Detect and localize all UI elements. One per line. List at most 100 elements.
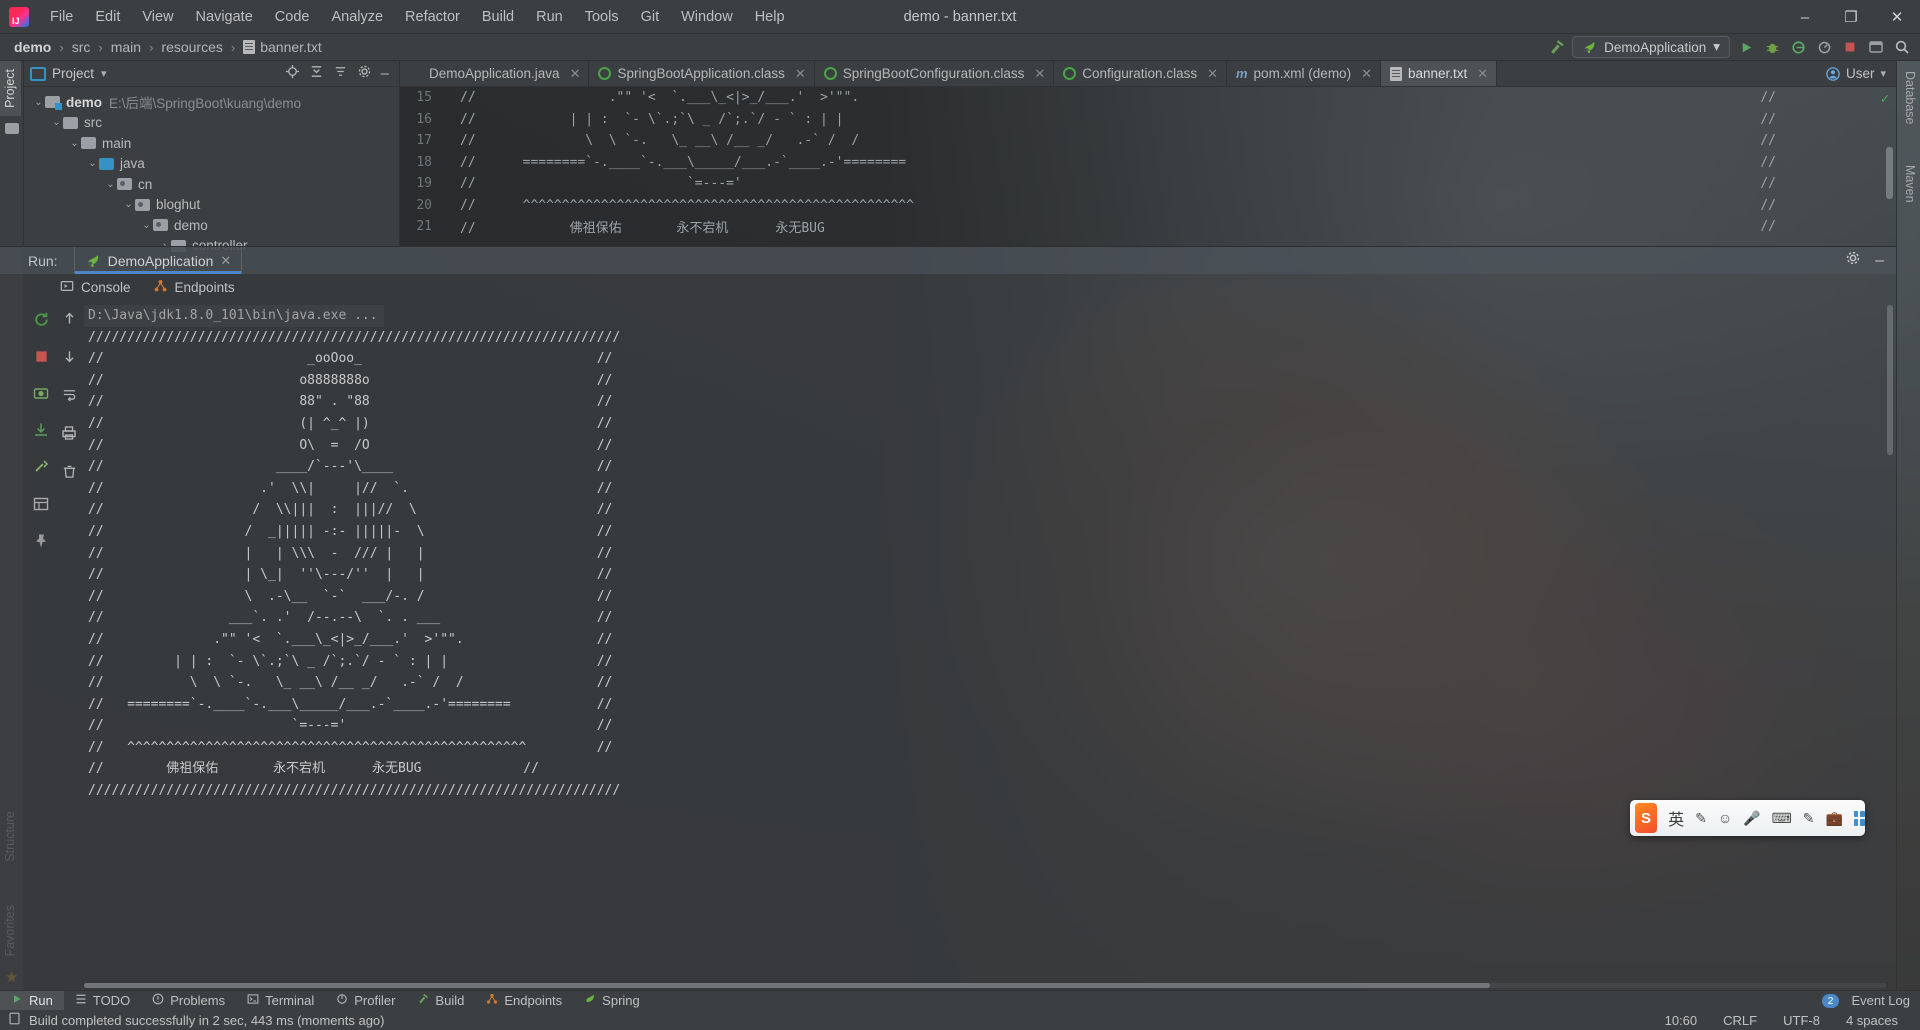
breadcrumb-item-main[interactable]: main: [107, 37, 145, 57]
tree-node-demo[interactable]: ⌄ demo E:\后端\SpringBoot\kuang\demo: [24, 92, 399, 113]
ime-mode-label[interactable]: 英: [1668, 806, 1684, 830]
scroll-down-icon[interactable]: [62, 349, 77, 369]
menu-window[interactable]: Window: [670, 5, 744, 29]
tree-node-demo-pkg[interactable]: ⌄ demo: [24, 215, 399, 236]
strip-item-project[interactable]: Project: [0, 61, 21, 116]
menu-refactor[interactable]: Refactor: [394, 5, 471, 29]
chevron-down-icon[interactable]: ⌄: [122, 199, 135, 210]
search-everywhere-icon[interactable]: [1866, 37, 1886, 57]
chevron-down-icon[interactable]: ⌄: [68, 138, 81, 149]
editor-tab-springbootconfiguration-class[interactable]: SpringBootConfiguration.class ✕: [815, 61, 1055, 86]
chevron-down-icon[interactable]: ▾: [1880, 67, 1886, 80]
user-chip[interactable]: User ▾: [1816, 61, 1896, 86]
thread-dump-icon[interactable]: [33, 459, 49, 480]
tree-node-main[interactable]: ⌄ main: [24, 133, 399, 154]
bottom-item-profiler[interactable]: Profiler: [325, 991, 406, 1011]
search-icon[interactable]: [1892, 37, 1912, 57]
console-vertical-scrollbar[interactable]: [1887, 305, 1893, 978]
profiler-icon[interactable]: [1814, 37, 1834, 57]
console-horizontal-scrollbar[interactable]: [84, 983, 1886, 988]
chevron-down-icon[interactable]: ⌄: [140, 220, 153, 231]
hide-sort-icon[interactable]: [333, 64, 348, 84]
rerun-icon[interactable]: [33, 311, 50, 333]
chevron-down-icon[interactable]: ⌄: [104, 179, 117, 190]
tab-endpoints[interactable]: Endpoints: [153, 279, 235, 296]
apps-grid-icon[interactable]: [1853, 810, 1865, 826]
emoji-icon[interactable]: ☺: [1718, 810, 1732, 826]
menu-build[interactable]: Build: [471, 5, 525, 29]
breadcrumb-item-resources[interactable]: resources: [157, 37, 226, 57]
menu-git[interactable]: Git: [630, 5, 671, 29]
pen-icon[interactable]: ✎: [1695, 810, 1707, 827]
caret-position[interactable]: 10:60: [1665, 1013, 1698, 1028]
gear-icon[interactable]: [357, 64, 372, 84]
bottom-item-todo[interactable]: TODO: [64, 991, 141, 1011]
run-with-coverage-icon[interactable]: [1788, 37, 1808, 57]
build-hammer-icon[interactable]: [1546, 37, 1566, 57]
tree-node-src[interactable]: ⌄ src: [24, 113, 399, 134]
tab-console[interactable]: Console: [60, 279, 131, 296]
debug-icon[interactable]: [1762, 37, 1782, 57]
bottom-item-problems[interactable]: Problems: [141, 991, 236, 1011]
close-icon[interactable]: ✕: [1034, 66, 1045, 82]
close-icon[interactable]: ✕: [1361, 66, 1372, 82]
chevron-down-icon[interactable]: ▾: [101, 67, 107, 80]
menu-analyze[interactable]: Analyze: [320, 5, 394, 29]
sogou-ime-toolbar[interactable]: S 英 ✎ ☺ 🎤 ⌨ ✎ 💼: [1630, 800, 1865, 836]
breadcrumb-item-demo[interactable]: demo: [10, 37, 55, 57]
close-icon[interactable]: ✕: [795, 66, 806, 82]
close-icon[interactable]: ✕: [1207, 66, 1218, 82]
chevron-down-icon[interactable]: ⌄: [50, 117, 63, 128]
camera-icon[interactable]: [33, 385, 49, 406]
console-output[interactable]: D:\Java\jdk1.8.0_101\bin\java.exe ... //…: [84, 301, 1896, 990]
print-icon[interactable]: [61, 425, 77, 446]
inspection-ok-icon[interactable]: ✓: [1881, 91, 1889, 107]
translate-icon[interactable]: ✎: [1803, 810, 1815, 827]
editor-code-view[interactable]: 15 // ."" '< `.___\_<|>_/___.' >'"". // …: [400, 87, 1896, 246]
breadcrumb-item-src[interactable]: src: [68, 37, 95, 57]
bottom-item-spring[interactable]: Spring: [573, 991, 651, 1011]
run-tab-demoapplication[interactable]: DemoApplication ✕: [73, 247, 243, 274]
chevron-down-icon[interactable]: ⌄: [86, 158, 99, 169]
maximize-button[interactable]: ❐: [1828, 0, 1874, 34]
menu-help[interactable]: Help: [744, 5, 796, 29]
menu-navigate[interactable]: Navigate: [185, 5, 264, 29]
minimize-button[interactable]: –: [1782, 0, 1828, 34]
editor-tab-banner-txt[interactable]: banner.txt ✕: [1380, 61, 1498, 86]
microphone-icon[interactable]: 🎤: [1743, 810, 1760, 827]
run-icon[interactable]: [1736, 37, 1756, 57]
collapse-all-icon[interactable]: [309, 64, 324, 84]
folder-icon[interactable]: [5, 123, 19, 134]
breadcrumb-item-banner[interactable]: banner.txt: [239, 37, 326, 57]
menu-file[interactable]: File: [39, 5, 84, 29]
editor-tab-configuration-class[interactable]: Configuration.class ✕: [1054, 61, 1227, 86]
event-log-label[interactable]: Event Log: [1851, 993, 1910, 1008]
pin-icon[interactable]: [33, 533, 49, 554]
console-view-icon[interactable]: [33, 496, 49, 517]
file-encoding[interactable]: UTF-8: [1783, 1013, 1820, 1028]
menu-view[interactable]: View: [131, 5, 184, 29]
chevron-down-icon[interactable]: ⌄: [32, 97, 45, 108]
bottom-item-terminal[interactable]: Terminal: [236, 991, 325, 1011]
sogou-logo-icon[interactable]: S: [1635, 803, 1658, 833]
run-configuration-selector[interactable]: DemoApplication ▾: [1572, 36, 1730, 58]
toolbox-icon[interactable]: 💼: [1826, 810, 1843, 827]
scroll-up-icon[interactable]: [62, 311, 77, 331]
indent-setting[interactable]: 4 spaces: [1846, 1013, 1898, 1028]
editor-tab-springbootapplication-class[interactable]: SpringBootApplication.class ✕: [589, 61, 815, 86]
bottom-item-build[interactable]: Build: [406, 991, 475, 1011]
strip-item-maven[interactable]: Maven: [1899, 157, 1920, 211]
menu-code[interactable]: Code: [264, 5, 321, 29]
trash-icon[interactable]: [62, 464, 77, 484]
close-icon[interactable]: ✕: [220, 253, 231, 269]
editor-tab-pom-xml[interactable]: m pom.xml (demo) ✕: [1227, 61, 1381, 86]
export-icon[interactable]: [33, 422, 49, 443]
locate-target-icon[interactable]: [285, 64, 300, 84]
editor-tab-demoapplication-java[interactable]: DemoApplication.java ✕: [400, 61, 590, 86]
bottom-item-run[interactable]: Run: [0, 990, 64, 1011]
hide-panel-icon[interactable]: –: [381, 66, 389, 81]
close-icon[interactable]: ✕: [570, 66, 581, 82]
soft-wrap-icon[interactable]: [62, 387, 77, 407]
bottom-item-endpoints[interactable]: Endpoints: [475, 991, 573, 1011]
tree-node-java[interactable]: ⌄ java: [24, 154, 399, 175]
